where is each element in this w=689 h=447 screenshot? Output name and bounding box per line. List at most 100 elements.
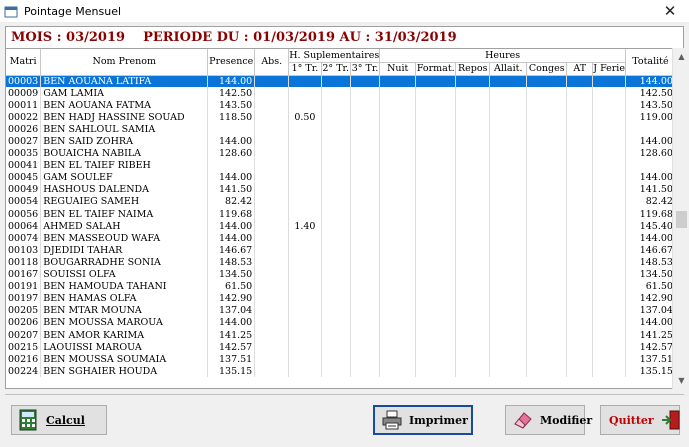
table-row[interactable]: 00009 GAM LAMIA 142.50 142.50 <box>6 87 676 100</box>
close-button[interactable]: ✕ <box>661 2 679 20</box>
col-format[interactable]: Format. <box>415 62 457 76</box>
col-tr3[interactable]: 3° Tr. <box>350 62 381 76</box>
table-row[interactable]: 00045 GAM SOULEF 144.00 144.00 <box>6 171 676 184</box>
calcul-button[interactable]: Calcul <box>11 405 107 435</box>
cell-totalite: 144.00 <box>625 232 676 245</box>
cell-repos <box>455 159 491 172</box>
cell-repos <box>455 195 491 209</box>
col-tr1[interactable]: 1° Tr. <box>288 62 322 76</box>
month-label: MOIS : 03/2019 <box>11 30 126 45</box>
table-row[interactable]: 00191 BEN HAMOUDA TAHANI 61.50 61.50 <box>6 280 676 293</box>
cell-presence: 141.25 <box>207 328 256 342</box>
table-row[interactable]: 00041 BEN EL TAIEF RIBEH <box>6 159 676 172</box>
cell-allait <box>489 208 528 221</box>
cell-repos <box>455 183 491 196</box>
cell-tr3 <box>350 171 381 184</box>
table-row[interactable]: 00206 BEN MOUSSA MAROUA 144.00 144.00 <box>6 316 676 329</box>
cell-nuit <box>379 87 417 100</box>
cell-abs <box>254 304 290 317</box>
cell-nuit <box>379 353 417 366</box>
table-row[interactable]: 00224 BEN SGHAIER HOUDA 135.15 135.15 <box>6 365 676 378</box>
col-tr2[interactable]: 2° Tr. <box>321 62 351 76</box>
col-jferie[interactable]: J Ferie <box>592 62 626 76</box>
attendance-grid[interactable]: Matri Nom Prenom Presence Abs. H. Suplem… <box>5 48 684 389</box>
table-row[interactable]: 00215 LAOUISSI MAROUA 142.57 142.57 <box>6 341 676 354</box>
col-presence[interactable]: Presence <box>207 49 256 76</box>
table-row[interactable]: 00022 BEN HADJ HASSINE SOUAD 118.50 0.50 119… <box>6 111 676 124</box>
cell-tr3 <box>350 244 381 257</box>
cell-presence: 142.90 <box>207 292 256 305</box>
period-label: PERIODE DU : 01/03/2019 AU : 31/03/2019 <box>143 30 457 45</box>
table-row[interactable]: 00167 SOUISSI OLFA 134.50 134.50 <box>6 268 676 281</box>
table-row[interactable]: 00197 BEN HAMAS OLFA 142.90 142.90 <box>6 292 676 305</box>
col-totalite[interactable]: Totalité <box>625 49 676 76</box>
cell-totalite: 119.00 <box>625 111 676 124</box>
imprimer-button[interactable]: Imprimer <box>373 405 473 435</box>
table-row[interactable]: 00216 BEN MOUSSA SOUMAIA 137.51 137.51 <box>6 353 676 366</box>
table-row[interactable]: 00064 AHMED SALAH 144.00 1.40 145.40 <box>6 220 676 233</box>
cell-tr1 <box>288 365 322 378</box>
col-conges[interactable]: Conges <box>526 62 568 76</box>
col-nom-prenom[interactable]: Nom Prenom <box>40 49 209 76</box>
table-row[interactable]: 00207 BEN AMOR KARIMA 141.25 141.25 <box>6 328 676 342</box>
vertical-scrollbar[interactable]: ▲ ▼ <box>672 48 689 389</box>
cell-at <box>566 111 594 124</box>
table-row[interactable]: 00205 BEN MTAR MOUNA 137.04 137.04 <box>6 304 676 317</box>
table-row[interactable]: 00118 BOUGARRADHE SONIA 148.53 148.53 <box>6 256 676 269</box>
col-repos[interactable]: Repos <box>455 62 491 76</box>
cell-allait <box>489 99 528 112</box>
period-header: MOIS : 03/2019 PERIODE DU : 01/03/2019 A… <box>5 26 684 48</box>
cell-abs <box>254 171 290 184</box>
cell-jferie <box>592 365 626 378</box>
table-row[interactable]: 00011 BEN AOUANA FATMA 143.50 143.50 <box>6 99 676 112</box>
modifier-button[interactable]: Modifier <box>505 405 592 435</box>
cell-presence: 144.00 <box>207 316 256 329</box>
table-row[interactable]: 00056 BEN EL TAIEF NAIMA 119.68 119.68 <box>6 208 676 221</box>
table-row[interactable]: 00054 REGUAIEG SAMEH 82.42 82.42 <box>6 195 676 209</box>
cell-nuit <box>379 75 417 88</box>
cell-conges <box>526 123 568 136</box>
col-allait[interactable]: Allait. <box>489 62 528 76</box>
cell-tr2 <box>321 280 351 293</box>
scroll-down-icon[interactable]: ▼ <box>673 372 689 389</box>
cell-jferie <box>592 87 626 100</box>
col-at[interactable]: AT <box>566 62 594 76</box>
cell-jferie <box>592 208 626 221</box>
cell-conges <box>526 220 568 233</box>
cell-conges <box>526 195 568 209</box>
cell-format <box>415 232 457 245</box>
table-row[interactable]: 00074 BEN MASSEOUD WAFA 144.00 144.00 <box>6 232 676 245</box>
cell-nuit <box>379 208 417 221</box>
cell-at <box>566 135 594 148</box>
cell-jferie <box>592 75 626 88</box>
cell-at <box>566 328 594 342</box>
cell-jferie <box>592 195 626 209</box>
col-abs[interactable]: Abs. <box>254 49 290 76</box>
cell-tr3 <box>350 292 381 305</box>
table-row[interactable]: 00026 BEN SAHLOUL SAMIA <box>6 123 676 136</box>
cell-nom-prenom: BEN HADJ HASSINE SOUAD <box>40 111 209 124</box>
cell-abs <box>254 292 290 305</box>
cell-format <box>415 316 457 329</box>
table-row[interactable]: 00103 DJEDIDI TAHAR 146.67 146.67 <box>6 244 676 257</box>
cell-allait <box>489 147 528 160</box>
col-nuit[interactable]: Nuit <box>379 62 417 76</box>
cell-jferie <box>592 353 626 366</box>
scroll-thumb[interactable] <box>676 211 687 228</box>
printer-icon <box>381 409 403 431</box>
table-row[interactable]: 00027 BEN SAID ZOHRA 144.00 144.00 <box>6 135 676 148</box>
table-row[interactable]: 00035 BOUAICHA NABILA 128.60 128.60 <box>6 147 676 160</box>
cell-tr3 <box>350 316 381 329</box>
scroll-up-icon[interactable]: ▲ <box>673 48 689 65</box>
cell-conges <box>526 244 568 257</box>
quitter-button[interactable]: Quitter <box>600 405 680 435</box>
cell-tr3 <box>350 353 381 366</box>
col-matri[interactable]: Matri <box>6 49 42 76</box>
cell-presence: 146.67 <box>207 244 256 257</box>
cell-tr3 <box>350 232 381 245</box>
cell-tr1 <box>288 183 322 196</box>
cell-nuit <box>379 328 417 342</box>
cell-nuit <box>379 244 417 257</box>
table-row[interactable]: 00003 BEN AOUANA LATIFA 144.00 144.00 <box>6 75 676 88</box>
table-row[interactable]: 00049 HASHOUS DALENDA 141.50 141.50 <box>6 183 676 196</box>
